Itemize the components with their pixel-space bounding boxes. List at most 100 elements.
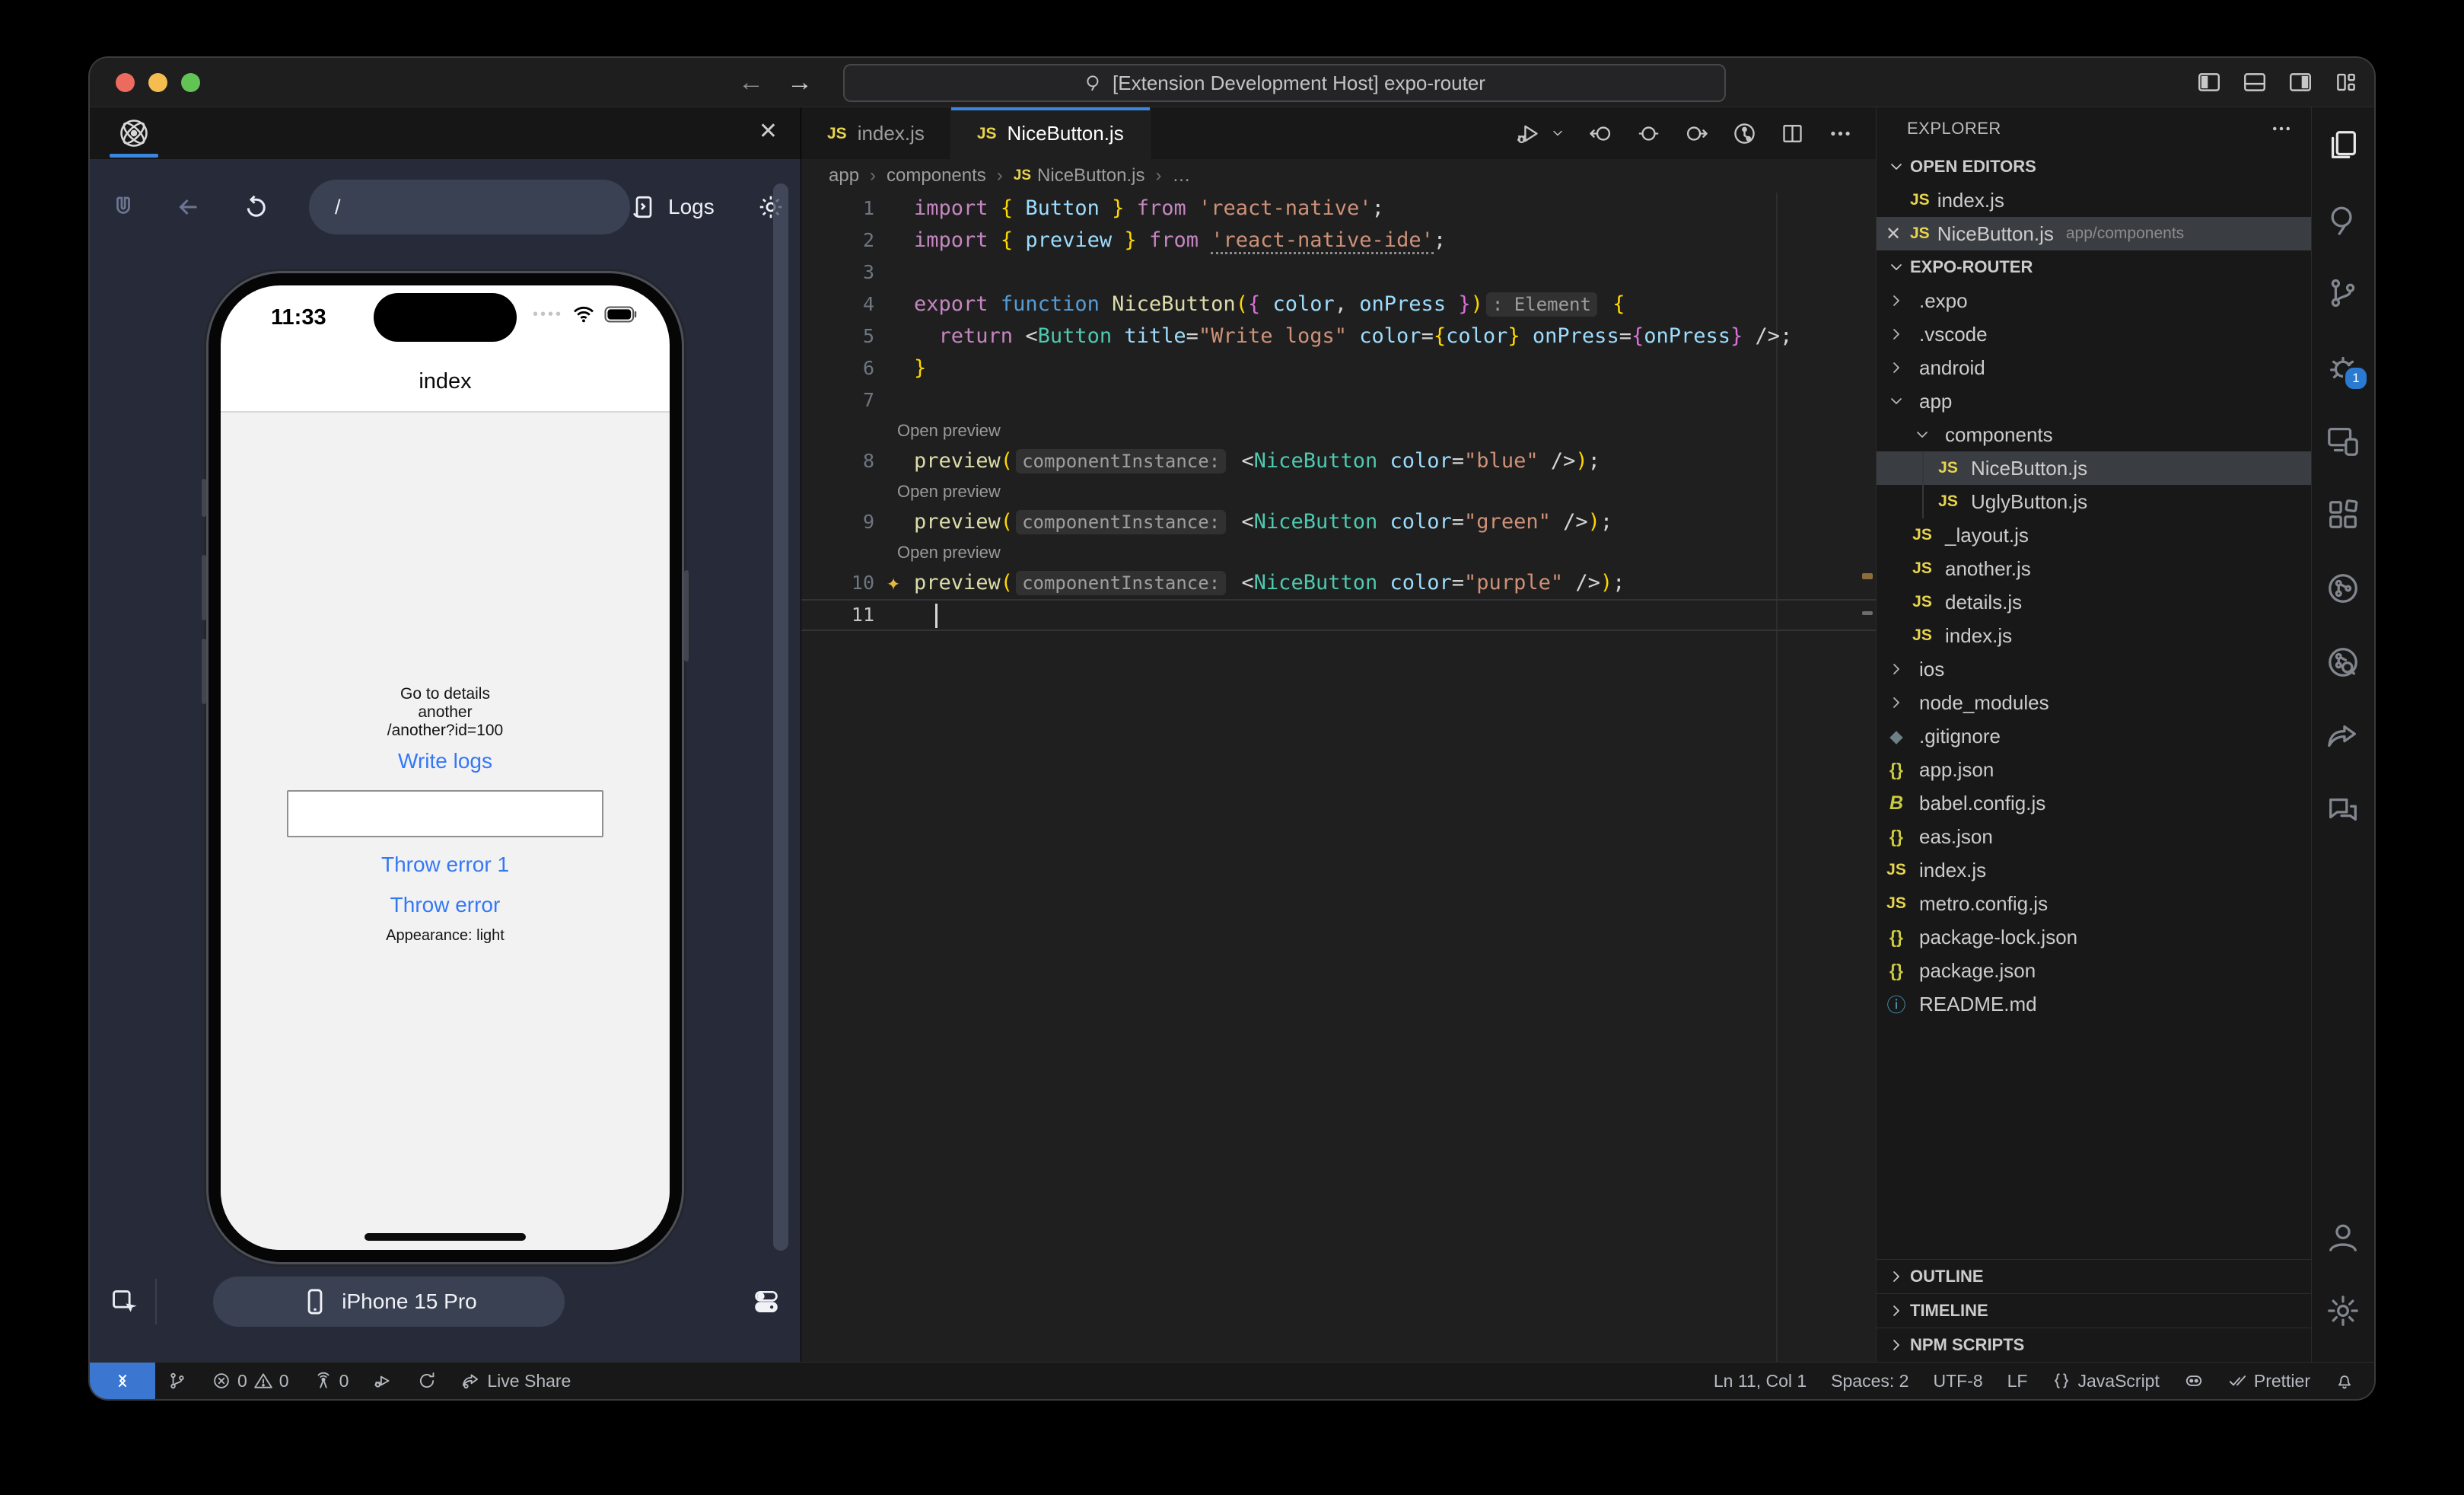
language-mode[interactable]: JavaScript [2039,1363,2171,1399]
indentation[interactable]: Spaces: 2 [1819,1363,1921,1399]
tab-nicebutton-js[interactable]: JSNiceButton.js [951,107,1151,159]
tree-file-package-lock-json[interactable]: {}package-lock.json [1877,920,2311,954]
text-input[interactable] [287,790,603,837]
minimize-window-button[interactable] [148,73,167,92]
line-number[interactable]: 7 [801,384,893,416]
code-line-7[interactable]: 7 [801,384,1876,416]
route-url-input[interactable] [309,180,630,234]
toggle-panel-icon[interactable] [2242,69,2268,95]
broadcast[interactable]: 0 [301,1363,361,1399]
step-forward-icon[interactable] [1684,121,1709,146]
navigate-forward-button[interactable]: → [787,69,813,95]
line-number[interactable]: 4 [801,288,893,320]
tree-file-app-json[interactable]: {}app.json [1877,753,2311,786]
another-link[interactable]: another [221,703,670,722]
close-window-button[interactable] [116,73,135,92]
code-line-4[interactable]: 4export function NiceButton({ color, onP… [801,288,1876,320]
close-panel-button[interactable]: ✕ [759,118,778,145]
tree-folder-node_modules[interactable]: node_modules [1877,686,2311,719]
tree-file-readme-md[interactable]: ⓘREADME.md [1877,987,2311,1021]
customize-layout-icon[interactable] [2333,69,2359,95]
code-line-8[interactable]: 8preview(componentInstance: <NiceButton … [801,445,1876,477]
debug-status[interactable] [361,1363,405,1399]
device-settings-toggles-icon[interactable] [752,1287,781,1316]
line-number[interactable]: 10 [801,567,893,599]
tree-file-metro-config-js[interactable]: JSmetro.config.js [1877,887,2311,920]
tree-file-package-json[interactable]: {}package.json [1877,954,2311,987]
breadcrumb-item[interactable]: … [1172,165,1190,186]
account-icon[interactable] [2320,1214,2366,1260]
zoom-window-button[interactable] [181,73,200,92]
breadcrumb-item[interactable]: JSNiceButton.js [1014,165,1145,186]
follow-magnet-icon[interactable] [110,193,137,221]
throw-error-button[interactable]: Throw error [221,893,670,917]
go-to-details-link[interactable]: Go to details [221,685,670,703]
reload-icon[interactable] [242,193,269,221]
tree-file-uglybutton-js[interactable]: JSUglyButton.js [1877,485,2311,518]
tree-folder-ios[interactable]: ios [1877,652,2311,686]
breadcrumb-item[interactable]: components [887,165,986,186]
section-timeline[interactable]: TIMELINE [1877,1293,2311,1328]
source-control-icon[interactable] [2320,270,2366,316]
code-line-2[interactable]: 2import { preview } from 'react-native-i… [801,225,1876,257]
panel-scrollbar[interactable] [773,183,788,1251]
line-number[interactable]: 2 [801,225,893,257]
radon-ide-device-icon[interactable] [2320,418,2366,464]
encoding[interactable]: UTF-8 [1921,1363,1994,1399]
write-logs-button[interactable]: Write logs [221,749,670,773]
search-icon[interactable] [2320,196,2366,242]
close-editor-icon[interactable]: ✕ [1877,223,1910,245]
eol[interactable]: LF [1995,1363,2040,1399]
line-number[interactable]: 3 [801,257,893,288]
sync-status[interactable] [405,1363,449,1399]
code-line-10[interactable]: 10preview(componentInstance: <NiceButton… [801,567,1876,599]
line-number[interactable]: 5 [801,320,893,352]
live-share-status[interactable]: Live Share [449,1363,583,1399]
remote-indicator[interactable] [90,1363,155,1399]
command-center[interactable]: [Extension Development Host] expo-router [843,64,1726,102]
settings-gear-icon[interactable] [2320,1288,2366,1334]
split-editor-icon[interactable] [1780,121,1805,146]
breadcrumb-item[interactable]: app [829,165,859,186]
tree-folder-components[interactable]: components [1877,418,2311,451]
tree-folder--expo[interactable]: .expo [1877,284,2311,317]
code-action-sparkle-icon[interactable]: ✦ [887,567,900,599]
tree-file-another-js[interactable]: JSanother.js [1877,552,2311,585]
tree-folder--vscode[interactable]: .vscode [1877,317,2311,351]
tree-file--gitignore[interactable]: ◆.gitignore [1877,719,2311,753]
navigate-back-button[interactable]: ← [738,69,764,95]
git-graph-icon[interactable] [2320,566,2366,611]
radon-ide-tab[interactable] [110,112,158,155]
code-line-5[interactable]: 5 return <Button title="Write logs" colo… [801,320,1876,352]
line-number[interactable]: 6 [801,352,893,384]
project-header[interactable]: EXPO-ROUTER [1877,250,2311,284]
code-lens-open-preview[interactable]: Open preview [801,477,1876,506]
tree-file-details-js[interactable]: JSdetails.js [1877,585,2311,619]
section-outline[interactable]: OUTLINE [1877,1259,2311,1293]
open-editor-item[interactable]: ✕JSNiceButton.jsapp/components [1877,217,2311,250]
tab-index-js[interactable]: JSindex.js [801,107,951,159]
back-arrow-icon[interactable] [175,193,202,221]
another-id-link[interactable]: /another?id=100 [221,722,670,740]
code-line-6[interactable]: 6} [801,352,1876,384]
tree-folder-app[interactable]: app [1877,384,2311,418]
live-share-icon[interactable] [2320,713,2366,759]
copilot[interactable] [2172,1363,2216,1399]
git-graph-alt-icon[interactable] [2320,639,2366,685]
toggle-secondary-sidebar-icon[interactable] [2287,69,2313,95]
line-number[interactable]: 8 [801,445,893,477]
explorer-icon[interactable] [2320,123,2366,168]
tree-folder-android[interactable]: android [1877,351,2311,384]
run-debug-icon[interactable]: 1 [2320,344,2366,390]
line-number[interactable]: 1 [801,193,893,225]
tree-file-nicebutton-js[interactable]: JSNiceButton.js [1877,451,2311,485]
comments-icon[interactable] [2320,787,2366,833]
section-npm-scripts[interactable]: NPM SCRIPTS [1877,1328,2311,1362]
step-back-icon[interactable] [1588,121,1613,146]
source-control-status[interactable] [155,1363,199,1399]
views-more-actions-icon[interactable] [2270,117,2293,140]
tree-file-eas-json[interactable]: {}eas.json [1877,820,2311,853]
tree-file-babel-config-js[interactable]: Bbabel.config.js [1877,786,2311,820]
record-icon[interactable] [1636,121,1661,146]
tree-file-index-js[interactable]: JSindex.js [1877,619,2311,652]
